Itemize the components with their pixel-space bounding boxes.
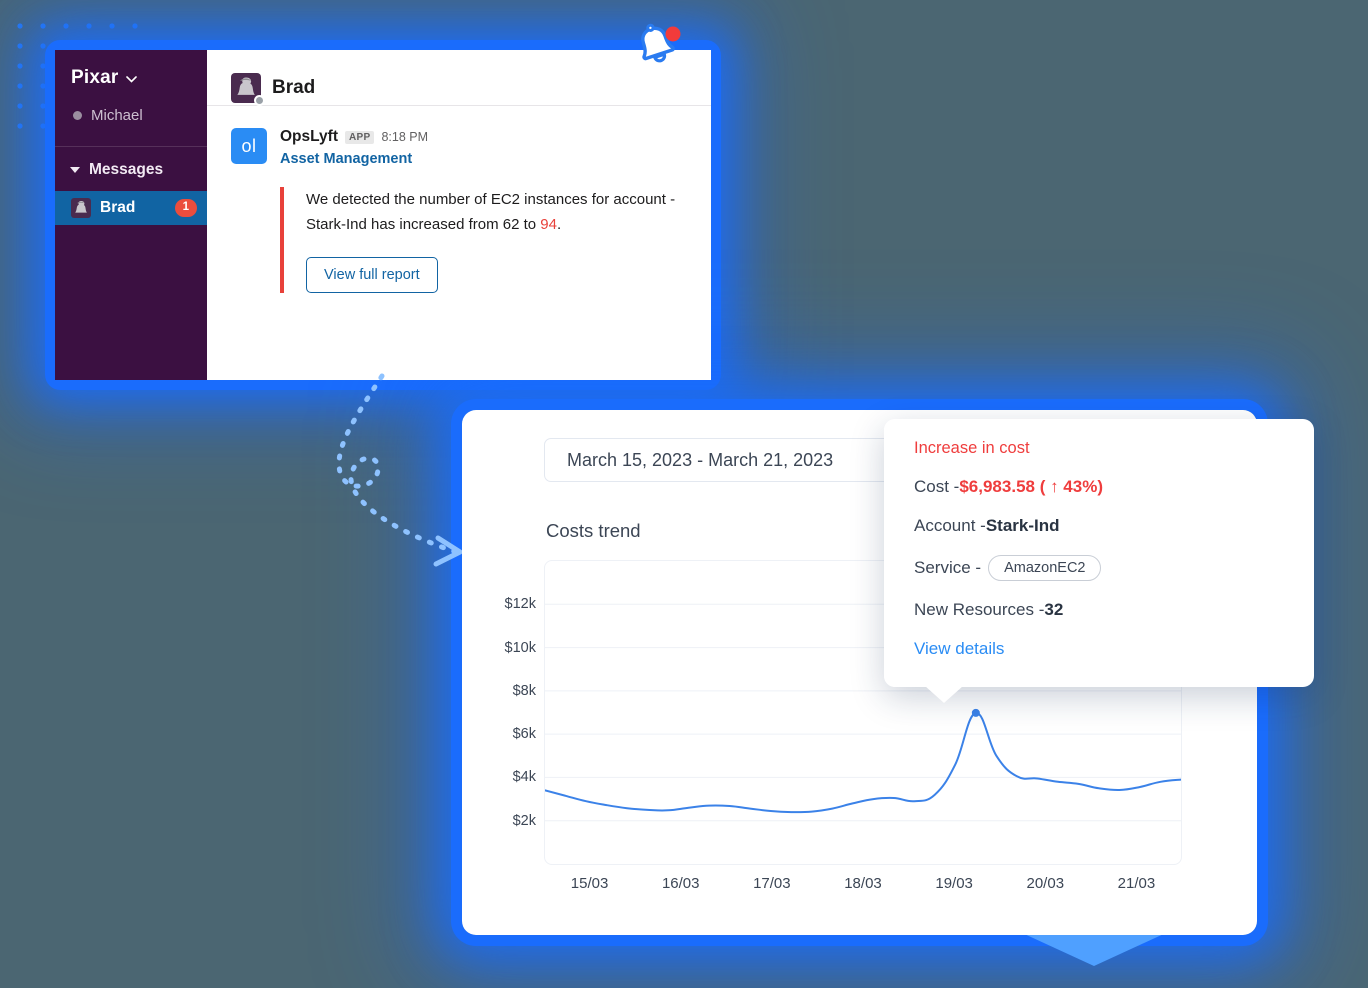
x-axis-tick-label: 16/03 — [661, 875, 700, 892]
y-axis-tick-label: $4k — [512, 769, 536, 786]
view-details-link[interactable]: View details — [914, 639, 1284, 659]
y-axis-tick-label: $2k — [512, 812, 536, 829]
y-axis-tick-label: $12k — [504, 596, 536, 613]
account-value: Stark-Ind — [985, 516, 1060, 535]
screenshot-root: Pixar Michael Messages Brad 1 Brad ol Op… — [0, 0, 1368, 988]
triangle-down-icon — [70, 167, 80, 173]
bell-notification-icon — [641, 23, 681, 63]
tooltip-row-service: Service - AmazonEC2 — [914, 555, 1284, 581]
cost-label: Cost - — [914, 477, 960, 496]
message-meta: OpsLyft APP 8:18 PM — [280, 128, 711, 146]
account-label: Account - — [914, 516, 986, 535]
app-tag: APP — [344, 131, 375, 144]
service-pill: AmazonEC2 — [988, 555, 1102, 581]
service-label: Service - — [914, 558, 982, 577]
message-timestamp: 8:18 PM — [381, 130, 429, 144]
attachment-text: We detected the number of EC2 instances … — [306, 187, 711, 237]
tooltip-heading: Increase in cost — [914, 439, 1030, 457]
x-axis-tick-label: 15/03 — [570, 875, 609, 892]
highlighted-data-point[interactable] — [971, 708, 980, 717]
presence-dot-icon — [73, 111, 82, 120]
message: ol OpsLyft APP 8:18 PM Asset Management … — [207, 106, 711, 293]
unread-badge: 1 — [174, 199, 197, 217]
cost-increase-tooltip: Increase in cost Cost - $6,983.58 ( ↑ 43… — [884, 419, 1314, 687]
slack-window: Pixar Michael Messages Brad 1 Brad ol Op… — [55, 50, 711, 380]
attachment-text-highlight: 94 — [540, 216, 557, 233]
dashboard-pointer-triangle — [1020, 932, 1168, 966]
message-subtitle[interactable]: Asset Management — [280, 151, 711, 167]
message-sender: OpsLyft — [280, 128, 338, 145]
tooltip-row-resources: New Resources - 32 — [914, 600, 1284, 620]
chart-y-axis: $12k $10k $8k $6k $4k $2k — [462, 560, 536, 865]
view-full-report-button[interactable]: View full report — [306, 257, 438, 293]
sidebar-section-label: Messages — [89, 161, 164, 178]
x-axis-tick-label: 21/03 — [1117, 875, 1156, 892]
attachment-text-main: We detected the number of EC2 instances … — [306, 191, 676, 233]
message-body: OpsLyft APP 8:18 PM Asset Management We … — [280, 128, 711, 293]
sidebar-item-label: Brad — [100, 199, 136, 216]
cost-line-series — [544, 711, 1182, 814]
x-axis-tick-label: 18/03 — [844, 875, 882, 892]
attachment-text-end: . — [556, 216, 562, 233]
resources-value: 32 — [1044, 600, 1064, 619]
resources-label: New Resources - — [914, 600, 1045, 619]
workspace-name: Pixar — [71, 67, 119, 88]
workspace-switcher[interactable]: Pixar — [55, 50, 207, 103]
chart-x-axis: 15/03 16/03 17/03 18/03 19/03 20/03 21/03 — [544, 875, 1182, 892]
avatar-brad-icon — [71, 198, 91, 218]
chevron-down-icon — [126, 75, 138, 83]
tooltip-row-cost: Cost - $6,983.58 ( ↑ 43%) — [914, 477, 1284, 497]
presence-away-icon — [254, 94, 265, 106]
tooltip-pointer — [925, 686, 963, 703]
y-axis-tick-label: $6k — [512, 726, 536, 743]
sidebar-current-user[interactable]: Michael — [55, 103, 207, 124]
y-axis-tick-label: $10k — [504, 639, 536, 656]
avatar — [231, 72, 265, 106]
opslyft-app-icon: ol — [231, 128, 267, 164]
date-range-value: March 15, 2023 - March 21, 2023 — [567, 449, 834, 470]
chart-title: Costs trend — [546, 520, 641, 541]
y-axis-tick-label: $8k — [512, 682, 536, 699]
slack-conversation: Brad ol OpsLyft APP 8:18 PM Asset Manage… — [207, 50, 711, 380]
x-axis-tick-label: 19/03 — [935, 875, 973, 892]
sidebar-section-messages[interactable]: Messages — [55, 147, 207, 191]
x-axis-tick-label: 20/03 — [1026, 875, 1065, 892]
conversation-title: Brad — [272, 76, 316, 98]
tooltip-row-account: Account - Stark-Ind — [914, 516, 1284, 536]
cost-value: $6,983.58 ( ↑ 43%) — [959, 477, 1103, 496]
current-user-name: Michael — [91, 107, 143, 124]
message-attachment: We detected the number of EC2 instances … — [280, 187, 711, 293]
slack-sidebar: Pixar Michael Messages Brad 1 — [55, 50, 207, 380]
sidebar-item-brad[interactable]: Brad 1 — [55, 191, 207, 225]
x-axis-tick-label: 17/03 — [753, 875, 791, 892]
